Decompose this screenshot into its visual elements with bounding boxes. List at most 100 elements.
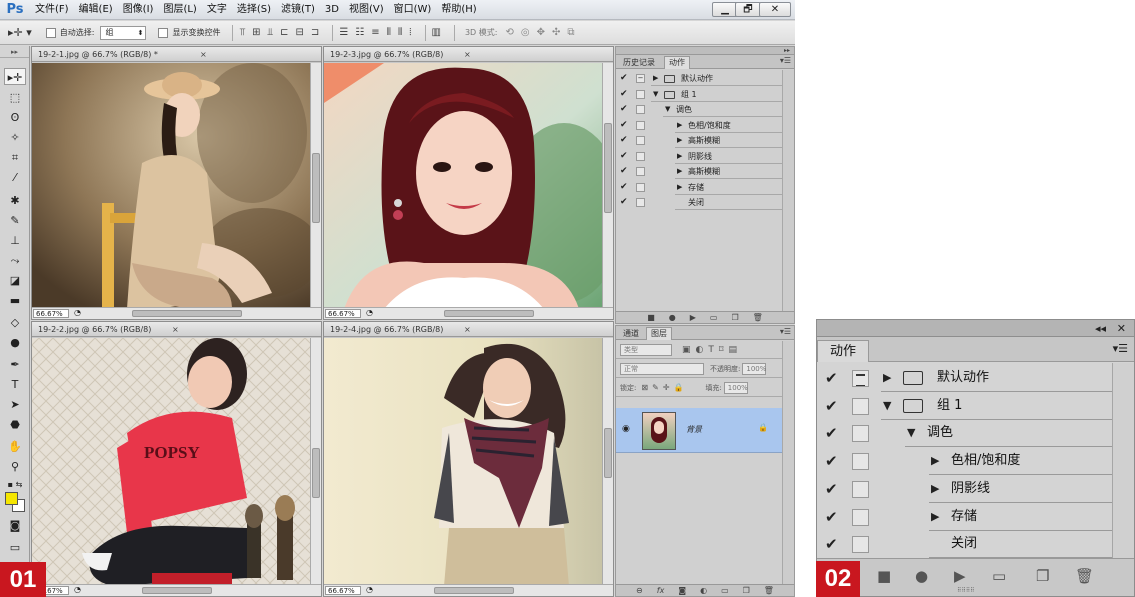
- expand-right-icon[interactable]: ▶: [677, 164, 682, 179]
- document-tab-3[interactable]: 19-2-2.jpg @ 66.7% (RGB/8) ×: [32, 322, 321, 337]
- record-icon[interactable]: ●: [669, 313, 676, 322]
- hand-tool-icon[interactable]: ✋: [4, 438, 26, 455]
- action-row[interactable]: ✔ 关闭: [817, 530, 1112, 559]
- new-set-folder-icon[interactable]: ▭: [992, 567, 1006, 585]
- adjustment-icon[interactable]: ◐: [700, 586, 707, 595]
- dialog-toggle-box[interactable]: [852, 480, 869, 498]
- screen-mode-icon[interactable]: ▭: [4, 539, 26, 556]
- layer-row-background[interactable]: ◉ 背景 🔒: [616, 408, 782, 453]
- toggle-check-icon[interactable]: ✔: [825, 475, 838, 503]
- orbit-3d-icon[interactable]: ⟲: [505, 27, 513, 38]
- vertical-scrollbar[interactable]: [310, 63, 321, 307]
- resize-grip-icon[interactable]: ⠿⠿⠿⠿: [957, 587, 975, 594]
- dialog-toggle-box[interactable]: [852, 370, 869, 387]
- expand-right-icon[interactable]: ▶: [883, 364, 891, 392]
- document-window-4[interactable]: 19-2-4.jpg @ 66.7% (RGB/8) × 66.67% ◔: [323, 321, 614, 597]
- stop-icon[interactable]: ■: [877, 567, 891, 585]
- slide-3d-icon[interactable]: ✣: [552, 27, 560, 38]
- layer-kind-filter[interactable]: 类型: [620, 343, 672, 356]
- dialog-toggle-box[interactable]: [636, 182, 645, 192]
- toggle-check-icon[interactable]: ✔: [825, 364, 838, 392]
- dialog-toggle-box[interactable]: [636, 167, 645, 176]
- expand-down-icon[interactable]: ▼: [665, 102, 670, 117]
- gradient-tool-icon[interactable]: ▬: [4, 292, 26, 309]
- foreground-color-swatch[interactable]: [5, 492, 18, 505]
- distribute-bottom-icon[interactable]: ≡: [371, 27, 379, 38]
- drag-3d-icon[interactable]: ✥: [537, 27, 545, 38]
- action-row[interactable]: ✔ ▶ 高斯模糊: [616, 133, 782, 148]
- blur-tool-icon[interactable]: ◇: [4, 314, 26, 331]
- dialog-toggle-box[interactable]: [852, 453, 869, 471]
- document-close-2[interactable]: ×: [464, 47, 471, 62]
- new-layer-icon[interactable]: ❐: [743, 586, 750, 595]
- expand-right-icon[interactable]: ▶: [677, 149, 682, 164]
- horizontal-scrollbar[interactable]: [132, 310, 242, 317]
- filter-type-icons[interactable]: ▣◐T⌑▤: [682, 345, 742, 355]
- action-row[interactable]: ✔ ▶ 色相/饱和度: [616, 118, 782, 133]
- tab-history[interactable]: 历史记录: [618, 56, 660, 69]
- eye-icon[interactable]: ◉: [622, 424, 630, 434]
- show-transform-checkbox[interactable]: [158, 27, 169, 38]
- group-folder-icon[interactable]: ▭: [721, 586, 729, 595]
- blend-mode-select[interactable]: 正常: [620, 362, 704, 375]
- fill-field[interactable]: 100%: [723, 381, 748, 394]
- menu-image[interactable]: 图像(I): [118, 0, 159, 20]
- align-vcenter-icon[interactable]: ⊞: [252, 27, 260, 38]
- toggle-check-icon[interactable]: ✔: [620, 164, 628, 179]
- align-hcenter-icon[interactable]: ⊟: [296, 27, 304, 38]
- scale-3d-icon[interactable]: ⧉: [567, 27, 574, 38]
- toggle-check-icon[interactable]: ✔: [825, 392, 838, 420]
- toggle-check-icon[interactable]: ✔: [620, 87, 628, 102]
- vertical-scrollbar[interactable]: [602, 338, 613, 584]
- menu-help[interactable]: 帮助(H): [436, 0, 481, 20]
- toggle-check-icon[interactable]: ✔: [620, 195, 628, 210]
- menu-layer[interactable]: 图层(L): [158, 0, 201, 20]
- toggle-check-icon[interactable]: ✔: [825, 447, 838, 475]
- horizontal-scrollbar[interactable]: [444, 310, 534, 317]
- restore-button[interactable]: 🗗: [735, 2, 761, 17]
- close-panel-icon[interactable]: ✕: [1117, 320, 1126, 337]
- auto-select-checkbox[interactable]: [45, 27, 56, 38]
- crop-tool-icon[interactable]: ⌗: [4, 149, 26, 166]
- distribute-left-icon[interactable]: ⦀: [387, 27, 391, 38]
- align-top-icon[interactable]: ⫪: [239, 27, 245, 38]
- distribute-right-icon[interactable]: ⦙: [409, 27, 411, 38]
- action-row[interactable]: ✔ ▼ 调色: [817, 419, 1112, 448]
- panel-collapse-icon[interactable]: ▸▸: [616, 47, 794, 55]
- document-close-3[interactable]: ×: [172, 322, 179, 337]
- trash-icon[interactable]: 🗑: [1075, 567, 1094, 585]
- distribute-top-icon[interactable]: ☰: [339, 27, 348, 38]
- swap-colors-icon[interactable]: ▪ ⇆: [4, 476, 26, 493]
- stamp-tool-icon[interactable]: ⊥: [4, 232, 26, 249]
- dodge-tool-icon[interactable]: ●: [4, 334, 26, 351]
- dialog-toggle-box[interactable]: [636, 151, 645, 161]
- expand-down-icon[interactable]: ▼: [653, 87, 658, 102]
- marquee-tool-icon[interactable]: ⬚: [4, 89, 26, 106]
- action-row[interactable]: ✔ ▶ 阴影线: [616, 149, 782, 164]
- menu-3d[interactable]: 3D: [320, 0, 344, 20]
- tab-actions[interactable]: 动作: [817, 340, 869, 362]
- delete-layer-icon[interactable]: 🗑: [764, 586, 774, 595]
- close-window-button[interactable]: ✕: [759, 2, 791, 17]
- roll-3d-icon[interactable]: ◎: [521, 27, 530, 38]
- auto-select-dropdown[interactable]: 组: [100, 25, 147, 40]
- toggle-check-icon[interactable]: ✔: [825, 530, 838, 558]
- action-row[interactable]: ✔ ▶ 存储: [817, 503, 1112, 531]
- quick-select-tool-icon[interactable]: ✧: [4, 129, 26, 146]
- eyedropper-tool-icon[interactable]: ⁄: [4, 169, 26, 186]
- dialog-toggle-box[interactable]: [852, 536, 869, 554]
- toggle-check-icon[interactable]: ✔: [620, 71, 628, 86]
- menu-select[interactable]: 选择(S): [232, 0, 276, 20]
- expand-right-icon[interactable]: ▶: [931, 447, 939, 475]
- panel-menu-icon[interactable]: ▾☰: [780, 327, 791, 336]
- menu-window[interactable]: 窗口(W): [389, 0, 437, 20]
- menu-edit[interactable]: 编辑(E): [74, 0, 118, 20]
- record-icon[interactable]: ●: [915, 567, 928, 585]
- action-row[interactable]: ✔ ▶ 存储: [616, 180, 782, 195]
- trash-icon[interactable]: 🗑: [753, 313, 763, 322]
- menu-file[interactable]: 文件(F): [30, 0, 74, 20]
- document-tab-2[interactable]: 19-2-3.jpg @ 66.7% (RGB/8) ×: [324, 47, 613, 62]
- play-icon[interactable]: ▶: [954, 567, 966, 585]
- document-window-3[interactable]: 19-2-2.jpg @ 66.7% (RGB/8) × POPSY 66.67…: [31, 321, 322, 597]
- mask-icon[interactable]: ◙: [678, 586, 686, 595]
